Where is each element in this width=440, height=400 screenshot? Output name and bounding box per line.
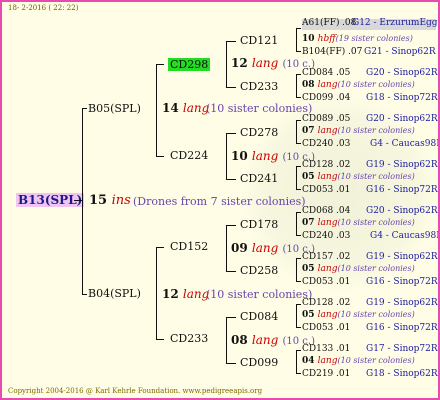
connector (156, 247, 164, 248)
connector (82, 108, 87, 109)
connector (226, 41, 236, 42)
grandparent-summary: 07 lang(10 sister colonies) (302, 218, 415, 228)
connector (226, 363, 236, 364)
root-desc: (Drones from 7 sister colonies) (133, 195, 306, 208)
connector (226, 133, 236, 134)
grandparent-bottom: B104(FF) .07 G21 - Sinop62R (302, 47, 436, 57)
grandparent-summary: 05 lang(10 sister colonies) (302, 310, 415, 320)
grandparent-bottom: CD053.01 G16 - Sinop72R (302, 277, 438, 287)
root-num: 15 (89, 193, 108, 208)
connector (296, 258, 297, 281)
grandparent-top: A61(FF) .08 G12 - ErzurumEgg8 (302, 18, 440, 30)
connector (296, 350, 297, 373)
connector (82, 108, 83, 294)
connector (226, 317, 236, 318)
connector (296, 304, 301, 305)
connector (226, 271, 236, 272)
dam-label: 12 lang (162, 287, 210, 301)
connector (296, 97, 301, 98)
node-cd298: CD298 (168, 58, 211, 71)
root-word: ins (111, 193, 131, 208)
connector (296, 120, 297, 143)
root-label: 15 ins (89, 194, 131, 207)
connector (296, 212, 301, 213)
grandparent-bottom: CD053.01 G16 - Sinop72R (302, 185, 438, 195)
node-cd233: CD233 (170, 332, 209, 345)
connector (226, 317, 227, 363)
grandparent-top: CD084.05 G20 - Sinop62R (302, 68, 438, 78)
grandparent-summary: 05 lang(10 sister colonies) (302, 264, 415, 274)
connector (156, 247, 157, 339)
grandparent-bottom: CD053.01 G16 - Sinop72R (302, 323, 438, 333)
node-l3: CD233 (240, 80, 279, 93)
node-l3: CD178 (240, 218, 279, 231)
sire-count: (10 sister colonies) (206, 102, 313, 115)
grandparent-top: CD133.01 G17 - Sinop72R (302, 344, 438, 354)
connector (296, 189, 301, 190)
pedigree-page: 18- 2-2016 ( 22: 22) B13(SPL) 15 ins (Dr… (0, 0, 440, 400)
connector (296, 120, 301, 121)
connector (296, 373, 301, 374)
node-l3: CD099 (240, 356, 279, 369)
grandparent-top: CD128.02 G19 - Sinop62R (302, 298, 438, 308)
grandparent-summary: 05 lang(10 sister colonies) (302, 172, 415, 182)
node-l3: CD241 (240, 172, 279, 185)
connector (226, 87, 236, 88)
grandparent-summary: 08 lang(10 sister colonies) (302, 80, 415, 90)
connector (156, 64, 157, 156)
connector (296, 28, 301, 29)
grandparent-summary: 07 lang(10 sister colonies) (302, 126, 415, 136)
connector (156, 339, 164, 340)
connector (296, 74, 297, 97)
connector (82, 294, 87, 295)
grandparent-bottom: CD240.03 G4 - Caucas98R (302, 231, 440, 241)
node-l3: CD121 (240, 34, 279, 47)
connector (296, 74, 301, 75)
grandparent-top: CD068.04 G20 - Sinop62R (302, 206, 438, 216)
connector (74, 200, 82, 201)
grandparent-summary: 04 lang(10 sister colonies) (302, 356, 415, 366)
connector (296, 51, 301, 52)
connector (296, 281, 301, 282)
connector (226, 179, 236, 180)
grandparent-top: CD089.05 G20 - Sinop62R (302, 114, 438, 124)
node-l3: CD084 (240, 310, 279, 323)
connector (296, 327, 301, 328)
grandparent-summary: 10 hbff(19 sister colonies) (302, 34, 413, 44)
node-l3: CD258 (240, 264, 279, 277)
node-cd224: CD224 (170, 149, 209, 162)
connector (226, 225, 236, 226)
connector (296, 212, 297, 235)
grandparent-top: CD157.02 G19 - Sinop62R (302, 252, 438, 262)
node-l3: CD278 (240, 126, 279, 139)
grandparent-bottom: CD240.03 G4 - Caucas98R (302, 139, 440, 149)
connector (226, 225, 227, 271)
dam-node: B04(SPL) (88, 287, 141, 300)
node-cd152: CD152 (170, 240, 209, 253)
connector (156, 64, 164, 65)
connector (296, 143, 301, 144)
sire-label: 14 lang (162, 101, 210, 115)
connector (296, 350, 301, 351)
dam-count: (10 sister colonies) (206, 288, 313, 301)
sire-node: B05(SPL) (88, 102, 141, 115)
date-stamp: 18- 2-2016 ( 22: 22) (8, 4, 79, 12)
grandparent-top: CD128.02 G19 - Sinop62R (302, 160, 438, 170)
connector (296, 28, 297, 51)
connector (296, 166, 301, 167)
connector (156, 156, 164, 157)
connector (226, 133, 227, 179)
copyright-footer: Copyright 2004-2016 @ Karl Kehrle Founda… (8, 387, 263, 395)
grandparent-bottom: CD099.04 G18 - Sinop72R (302, 93, 438, 103)
grandparent-bottom: CD219.01 G18 - Sinop62R (302, 369, 438, 379)
connector (226, 41, 227, 87)
connector (296, 235, 301, 236)
connector (296, 166, 297, 189)
connector (296, 258, 301, 259)
connector (296, 304, 297, 327)
